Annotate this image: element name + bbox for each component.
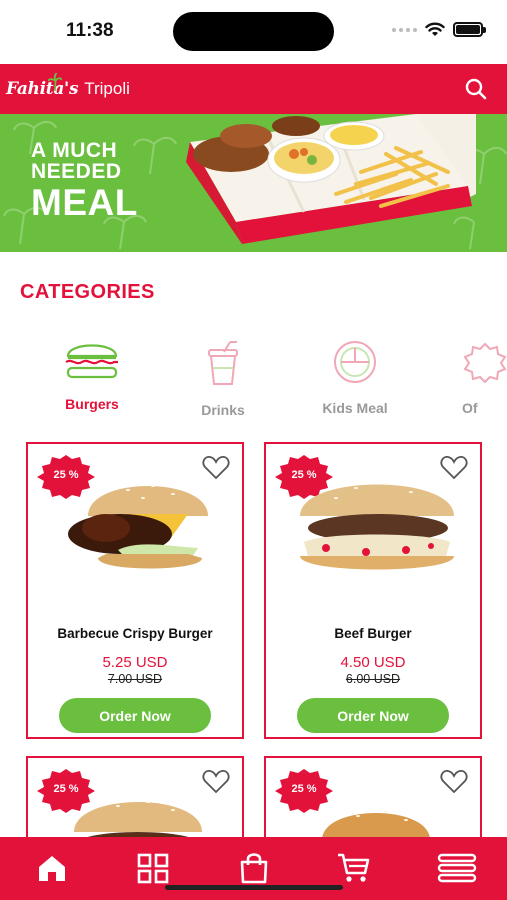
- product-name: Beef Burger: [334, 626, 412, 641]
- product-image-beef-burger: [300, 483, 454, 570]
- banner-line-3: MEAL: [31, 182, 138, 223]
- product-card[interactable]: 25 %: [264, 756, 482, 846]
- meal-box-image: [186, 114, 476, 244]
- cellular-signal-icon: [392, 27, 417, 32]
- wifi-icon: [425, 22, 445, 36]
- category-offers[interactable]: Of: [430, 340, 507, 416]
- product-price: 4.50 USD: [340, 654, 406, 671]
- category-burgers[interactable]: Burgers: [37, 340, 147, 412]
- product-card[interactable]: 25 % Barbecue Crispy Burger 5.25 USD 7.0…: [26, 442, 244, 739]
- home-indicator: [165, 885, 343, 890]
- bag-icon[interactable]: [237, 851, 271, 885]
- category-label: Kids Meal: [322, 400, 388, 416]
- palm-tree-icon: [48, 73, 63, 91]
- search-icon[interactable]: [463, 76, 489, 102]
- menu-icon[interactable]: [437, 851, 477, 885]
- logo-text: Fahita's: [6, 79, 79, 99]
- status-time: 11:38: [66, 20, 114, 41]
- banner-headline: A MUCH NEEDED MEAL: [31, 140, 138, 221]
- battery-icon: [453, 22, 486, 37]
- category-drinks[interactable]: Drinks: [168, 340, 278, 418]
- product-old-price: 6.00 USD: [345, 672, 401, 686]
- kids-meal-icon: [334, 341, 376, 383]
- status-bar: 11:38: [0, 0, 507, 64]
- product-card[interactable]: 25 % Beef Burger 4.50 USD 6.00 USD Order…: [264, 442, 482, 739]
- product-old-price: 7.00 USD: [107, 672, 163, 686]
- category-label: Of: [462, 400, 478, 416]
- drink-icon: [208, 341, 238, 385]
- banner-line-1: A MUCH: [31, 139, 118, 162]
- banner-line-2: NEEDED: [31, 160, 122, 183]
- promo-banner[interactable]: A MUCH NEEDED MEAL: [0, 114, 507, 252]
- grid-icon[interactable]: [136, 851, 170, 885]
- dynamic-island: [173, 12, 334, 51]
- brand-logo[interactable]: Fahita's: [6, 73, 79, 99]
- order-now-button[interactable]: Order Now: [297, 698, 449, 733]
- cart-icon[interactable]: [337, 851, 371, 885]
- product-name: Barbecue Crispy Burger: [57, 626, 213, 641]
- status-icons: [392, 22, 486, 37]
- heart-icon[interactable]: [440, 770, 468, 794]
- product-price: 5.25 USD: [102, 654, 168, 671]
- product-image-barbecue-burger: [68, 485, 208, 569]
- app-header: Fahita's Tripoli: [0, 64, 507, 114]
- offers-icon: [463, 342, 507, 384]
- burger-icon: [65, 344, 118, 379]
- home-icon[interactable]: [35, 851, 69, 885]
- city-name[interactable]: Tripoli: [84, 79, 130, 99]
- heart-icon[interactable]: [202, 770, 230, 794]
- product-card[interactable]: 25 %: [26, 756, 244, 846]
- bottom-navigation: [0, 837, 507, 900]
- categories-title: CATEGORIES: [20, 281, 155, 303]
- category-list: Burgers Drinks Kids Meal Of: [0, 340, 507, 430]
- order-now-button[interactable]: Order Now: [59, 698, 211, 733]
- category-kids-meal[interactable]: Kids Meal: [300, 340, 410, 416]
- category-label: Drinks: [201, 402, 245, 418]
- category-label: Burgers: [65, 396, 119, 412]
